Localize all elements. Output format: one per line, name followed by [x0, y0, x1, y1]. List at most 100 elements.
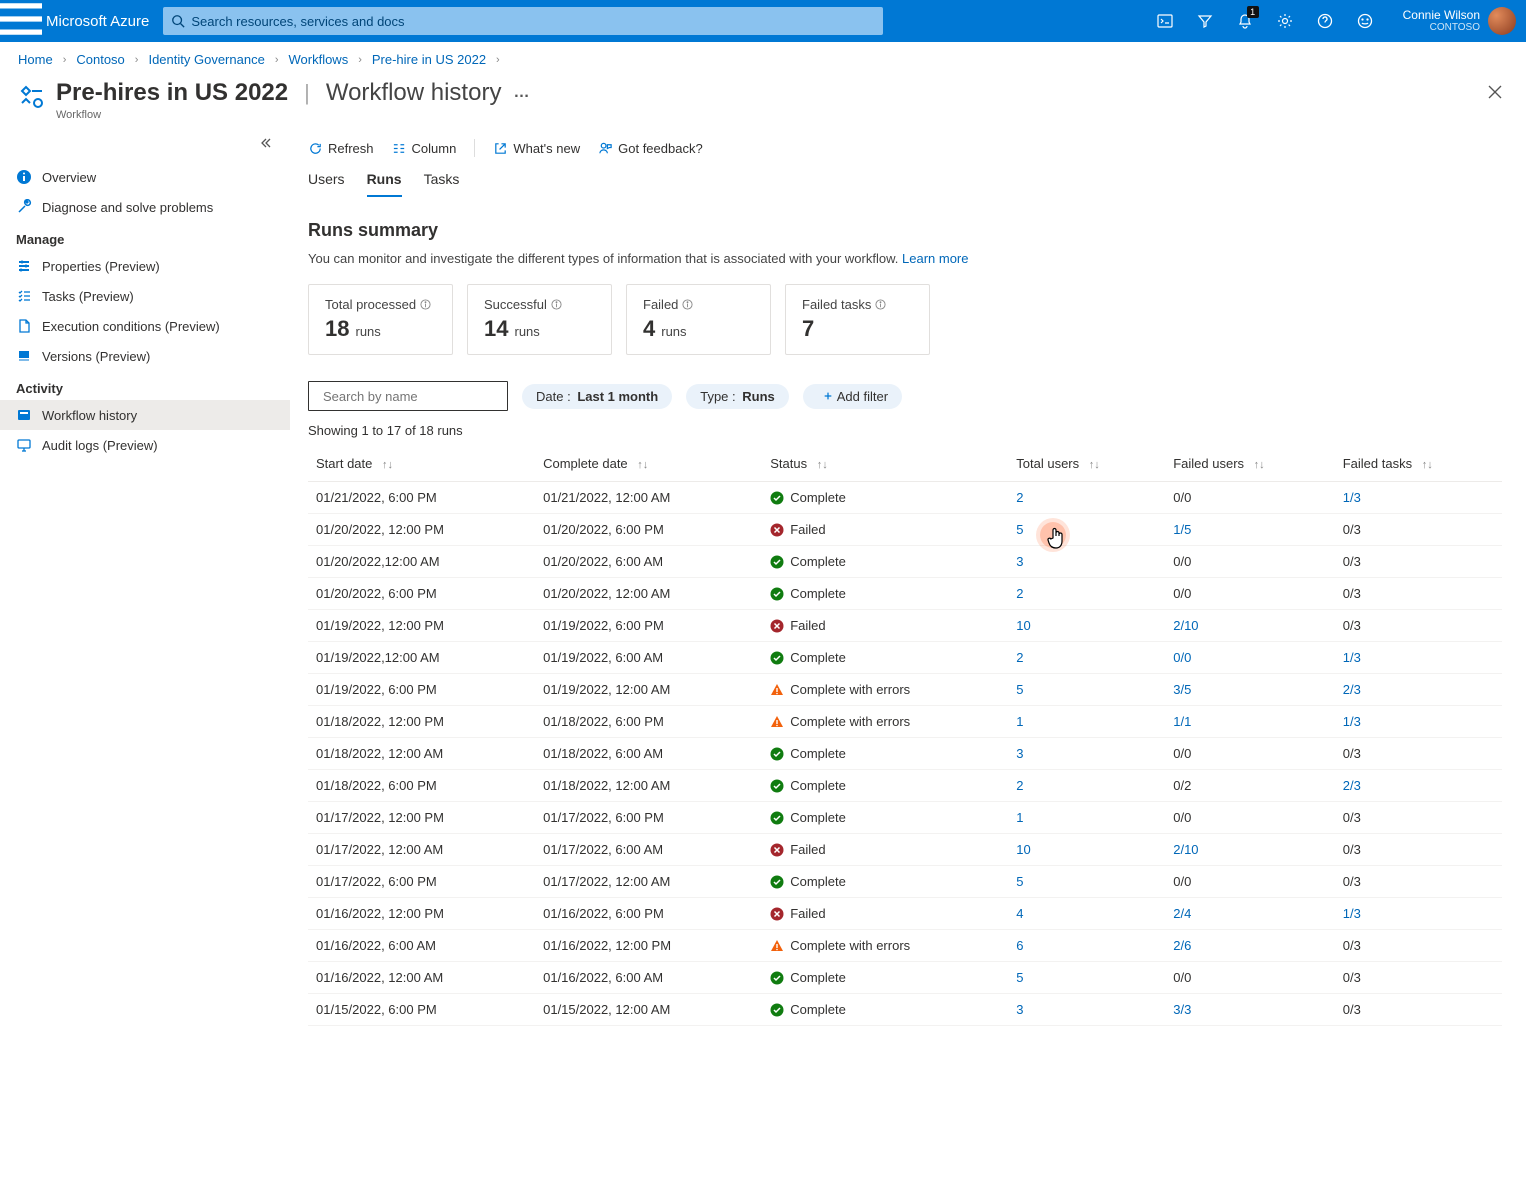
table-row[interactable]: 01/19/2022, 12:00 PM01/19/2022, 6:00 PMF…	[308, 610, 1502, 642]
total-users-link[interactable]: 2	[1016, 586, 1023, 601]
table-row[interactable]: 01/20/2022, 12:00 PM01/20/2022, 6:00 PMF…	[308, 514, 1502, 546]
total-users-link[interactable]: 3	[1016, 1002, 1023, 1017]
table-row[interactable]: 01/17/2022, 12:00 AM01/17/2022, 6:00 AMF…	[308, 834, 1502, 866]
total-users-link[interactable]: 4	[1016, 906, 1023, 921]
add-filter-button[interactable]: Add filter	[803, 384, 902, 409]
search-by-name-input[interactable]	[317, 389, 499, 404]
table-row[interactable]: 01/16/2022, 12:00 PM01/16/2022, 6:00 PMF…	[308, 898, 1502, 930]
failed-users-link[interactable]: 0/0	[1173, 650, 1191, 665]
table-row[interactable]: 01/18/2022, 6:00 PM01/18/2022, 12:00 AMC…	[308, 770, 1502, 802]
failed-users-link[interactable]: 2/10	[1173, 618, 1198, 633]
total-users-link[interactable]: 1	[1016, 810, 1023, 825]
sidebar-item[interactable]: Properties (Preview)	[0, 251, 290, 281]
table-row[interactable]: 01/20/2022, 6:00 PM01/20/2022, 12:00 AMC…	[308, 578, 1502, 610]
table-row[interactable]: 01/18/2022, 12:00 PM01/18/2022, 6:00 PMC…	[308, 706, 1502, 738]
tab-runs[interactable]: Runs	[367, 171, 402, 197]
monitor-icon	[16, 437, 32, 453]
help-button[interactable]	[1305, 0, 1345, 42]
failed-users-cell: 1/1	[1165, 706, 1335, 738]
total-users-link[interactable]: 2	[1016, 778, 1023, 793]
total-users-link[interactable]: 10	[1016, 618, 1030, 633]
date-filter-pill[interactable]: Date : Last 1 month	[522, 384, 672, 409]
column-header[interactable]: Failed users ↑↓	[1165, 446, 1335, 482]
sidebar-item[interactable]: Workflow history	[0, 400, 290, 430]
global-search-input[interactable]	[185, 14, 875, 29]
notifications-button[interactable]: 1	[1225, 0, 1265, 42]
cloud-shell-button[interactable]	[1145, 0, 1185, 42]
failed-tasks-link[interactable]: 2/3	[1343, 778, 1361, 793]
table-row[interactable]: 01/16/2022, 6:00 AM01/16/2022, 12:00 PMC…	[308, 930, 1502, 962]
column-header[interactable]: Total users ↑↓	[1008, 446, 1165, 482]
failed-tasks-link[interactable]: 1/3	[1343, 906, 1361, 921]
column-header[interactable]: Failed tasks ↑↓	[1335, 446, 1502, 482]
failed-tasks-cell: 2/3	[1335, 674, 1502, 706]
sidebar-item[interactable]: Audit logs (Preview)	[0, 430, 290, 460]
total-users-link[interactable]: 2	[1016, 650, 1023, 665]
total-users-link[interactable]: 3	[1016, 746, 1023, 761]
failed-users-link[interactable]: 2/6	[1173, 938, 1191, 953]
failed-users-link[interactable]: 2/4	[1173, 906, 1191, 921]
total-users-link[interactable]: 5	[1016, 522, 1023, 537]
total-users-link[interactable]: 5	[1016, 682, 1023, 697]
failed-tasks-cell: 2/3	[1335, 770, 1502, 802]
tab-users[interactable]: Users	[308, 171, 345, 197]
total-users-link[interactable]: 5	[1016, 970, 1023, 985]
directories-button[interactable]	[1185, 0, 1225, 42]
total-users-cell: 3	[1008, 546, 1165, 578]
failed-tasks-link[interactable]: 1/3	[1343, 650, 1361, 665]
total-users-link[interactable]: 5	[1016, 874, 1023, 889]
user-menu[interactable]: Connie Wilson CONTOSO	[1385, 7, 1526, 35]
more-button[interactable]: …	[513, 84, 530, 102]
sidebar-item[interactable]: Diagnose and solve problems	[0, 192, 290, 222]
failed-tasks-link[interactable]: 1/3	[1343, 490, 1361, 505]
collapse-sidebar-button[interactable]	[0, 137, 290, 152]
breadcrumb-link[interactable]: Contoso	[76, 52, 124, 67]
failed-users-link[interactable]: 2/10	[1173, 842, 1198, 857]
failed-users-link[interactable]: 1/1	[1173, 714, 1191, 729]
got-feedback-button[interactable]: Got feedback?	[598, 141, 703, 156]
sidebar-item[interactable]: Tasks (Preview)	[0, 281, 290, 311]
total-users-link[interactable]: 1	[1016, 714, 1023, 729]
breadcrumb-link[interactable]: Pre-hire in US 2022	[372, 52, 486, 67]
sidebar-item[interactable]: Execution conditions (Preview)	[0, 311, 290, 341]
sidebar-item-label: Overview	[42, 170, 96, 185]
sidebar-item[interactable]: Overview	[0, 162, 290, 192]
breadcrumb-link[interactable]: Home	[18, 52, 53, 67]
type-filter-pill[interactable]: Type : Runs	[686, 384, 789, 409]
failed-tasks-link[interactable]: 2/3	[1343, 682, 1361, 697]
table-row[interactable]: 01/16/2022, 12:00 AM01/16/2022, 6:00 AMC…	[308, 962, 1502, 994]
table-row[interactable]: 01/19/2022, 6:00 PM01/19/2022, 12:00 AMC…	[308, 674, 1502, 706]
global-search[interactable]	[163, 7, 883, 35]
sidebar-item[interactable]: Versions (Preview)	[0, 341, 290, 371]
column-header[interactable]: Status ↑↓	[762, 446, 1008, 482]
tab-tasks[interactable]: Tasks	[424, 171, 460, 197]
column-button[interactable]: Column	[392, 141, 457, 156]
total-users-link[interactable]: 6	[1016, 938, 1023, 953]
failed-users-link[interactable]: 3/3	[1173, 1002, 1191, 1017]
total-users-link[interactable]: 2	[1016, 490, 1023, 505]
table-row[interactable]: 01/15/2022, 6:00 PM01/15/2022, 12:00 AMC…	[308, 994, 1502, 1026]
whats-new-button[interactable]: What's new	[493, 141, 580, 156]
table-row[interactable]: 01/18/2022, 12:00 AM01/18/2022, 6:00 AMC…	[308, 738, 1502, 770]
breadcrumb-link[interactable]: Workflows	[288, 52, 348, 67]
search-by-name[interactable]	[308, 381, 508, 411]
breadcrumb-link[interactable]: Identity Governance	[148, 52, 264, 67]
refresh-button[interactable]: Refresh	[308, 141, 374, 156]
failed-users-link[interactable]: 3/5	[1173, 682, 1191, 697]
failed-tasks-link[interactable]: 1/3	[1343, 714, 1361, 729]
table-row[interactable]: 01/21/2022, 6:00 PM01/21/2022, 12:00 AMC…	[308, 482, 1502, 514]
total-users-link[interactable]: 10	[1016, 842, 1030, 857]
learn-more-link[interactable]: Learn more	[902, 251, 968, 266]
column-header[interactable]: Complete date ↑↓	[535, 446, 762, 482]
table-row[interactable]: 01/17/2022, 6:00 PM01/17/2022, 12:00 AMC…	[308, 866, 1502, 898]
feedback-button[interactable]	[1345, 0, 1385, 42]
failed-users-link[interactable]: 1/5	[1173, 522, 1191, 537]
settings-button[interactable]	[1265, 0, 1305, 42]
close-button[interactable]	[1488, 85, 1502, 103]
column-header[interactable]: Start date ↑↓	[308, 446, 535, 482]
table-row[interactable]: 01/20/2022,12:00 AM01/20/2022, 6:00 AMCo…	[308, 546, 1502, 578]
total-users-link[interactable]: 3	[1016, 554, 1023, 569]
table-row[interactable]: 01/19/2022,12:00 AM01/19/2022, 6:00 AMCo…	[308, 642, 1502, 674]
menu-button[interactable]	[0, 0, 42, 45]
table-row[interactable]: 01/17/2022, 12:00 PM01/17/2022, 6:00 PMC…	[308, 802, 1502, 834]
